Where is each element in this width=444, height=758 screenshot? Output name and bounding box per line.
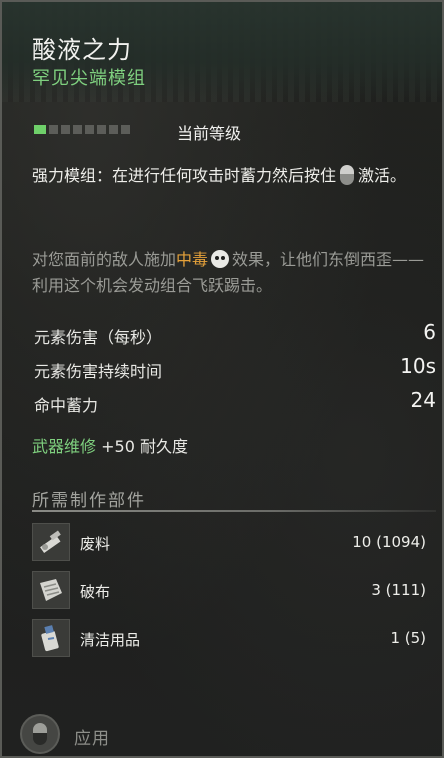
mod-lore: 对您面前的敌人施加中毒 效果，让他们东倒西歪——利用这个机会发动组合飞跃踢击。 xyxy=(32,247,432,299)
repair-label: 武器维修 xyxy=(32,437,97,456)
material-quantity: 1 (5) xyxy=(390,629,426,647)
mod-rarity: 罕见尖端模组 xyxy=(32,68,146,89)
description-text-end: 激活。 xyxy=(358,166,407,185)
stat-row: 命中蓄力 24 xyxy=(32,386,436,420)
material-quantity: 3 (111) xyxy=(371,581,426,599)
tooltip-header: 酸液之力 罕见尖端模组 xyxy=(2,2,442,102)
mouse-button-icon xyxy=(20,714,60,754)
level-label: 当前等级 xyxy=(177,124,242,143)
skull-icon xyxy=(211,250,230,268)
cleaning-supplies-icon xyxy=(32,619,70,657)
rags-icon xyxy=(32,571,70,609)
stat-row: 元素伤害持续时间 10s xyxy=(32,352,436,386)
stat-row: 元素伤害（每秒） 6 xyxy=(32,318,436,352)
level-pip xyxy=(49,125,58,134)
apply-label: 应用 xyxy=(74,729,110,749)
stats-list: 元素伤害（每秒） 6 元素伤害持续时间 10s 命中蓄力 24 xyxy=(32,318,436,420)
level-pips xyxy=(34,125,130,134)
section-divider xyxy=(32,510,436,512)
stat-value: 6 xyxy=(423,320,436,344)
mod-description: 强力模组：在进行任何攻击时蓄力然后按住 激活。 xyxy=(32,163,432,189)
lore-text: 对您面前的敌人施加 xyxy=(32,250,177,269)
scrap-icon xyxy=(32,523,70,561)
material-row: 清洁用品 1 (5) xyxy=(32,619,436,659)
level-pip xyxy=(121,125,130,134)
level-pip xyxy=(73,125,82,134)
materials-section-title: 所需制作部件 xyxy=(32,491,146,511)
material-row: 破布 3 (111) xyxy=(32,571,436,611)
poison-keyword: 中毒 xyxy=(176,250,209,269)
material-row: 废料 10 (1094) xyxy=(32,523,436,563)
stat-label: 元素伤害持续时间 xyxy=(34,362,163,381)
material-name: 废料 xyxy=(80,535,111,553)
level-pip xyxy=(85,125,94,134)
material-quantity: 10 (1094) xyxy=(352,533,426,551)
weapon-repair: 武器维修 +50 耐久度 xyxy=(32,433,188,457)
stat-label: 元素伤害（每秒） xyxy=(34,328,163,347)
stat-value: 10s xyxy=(400,354,436,378)
mod-title: 酸液之力 xyxy=(32,36,132,64)
apply-button[interactable]: 应用 xyxy=(20,712,220,756)
description-text: 强力模组：在进行任何攻击时蓄力然后按住 xyxy=(32,166,337,185)
stat-value: 24 xyxy=(410,388,436,412)
level-pip xyxy=(61,125,70,134)
level-pip xyxy=(97,125,106,134)
level-indicator: 当前等级 xyxy=(34,120,434,143)
material-name: 清洁用品 xyxy=(80,631,141,649)
mod-tooltip-panel: 酸液之力 罕见尖端模组 当前等级 强力模组：在进行任何攻击时蓄力然后按住 激活。 … xyxy=(0,0,444,758)
stat-label: 命中蓄力 xyxy=(34,396,99,415)
material-name: 破布 xyxy=(80,583,111,601)
level-pip xyxy=(109,125,118,134)
repair-value: +50 耐久度 xyxy=(101,437,188,456)
level-pip-filled xyxy=(34,125,46,134)
mouse-right-button-icon xyxy=(340,165,355,185)
